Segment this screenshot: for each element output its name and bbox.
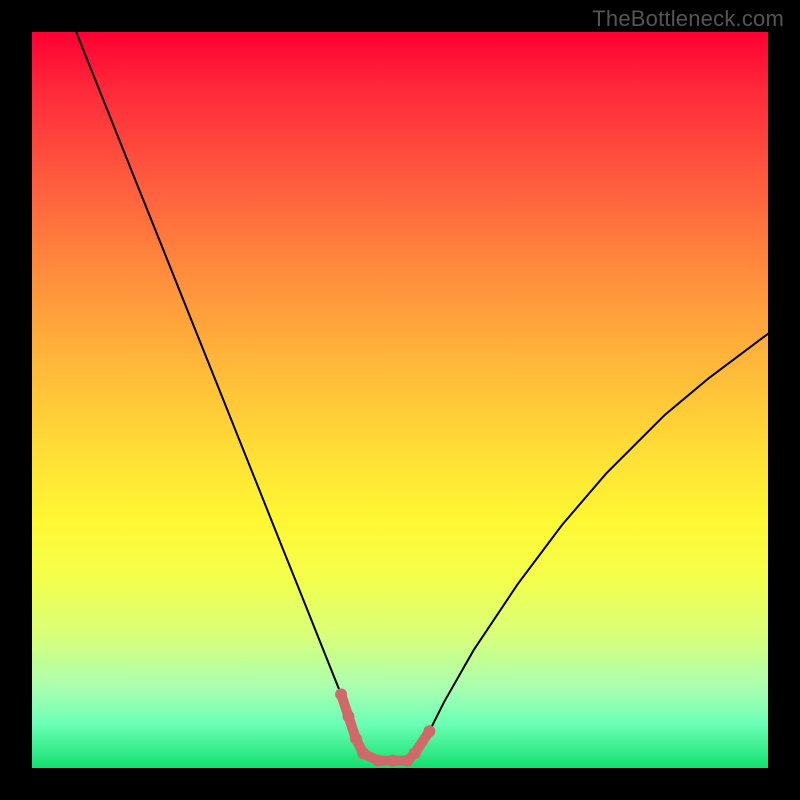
highlight-dot: [350, 733, 362, 745]
watermark-text: TheBottleneck.com: [592, 6, 784, 32]
plot-area: [32, 32, 768, 768]
highlight-dot: [372, 755, 384, 767]
curve-main: [76, 32, 768, 761]
chart-frame: TheBottleneck.com: [0, 0, 800, 800]
highlight-dot: [387, 755, 399, 767]
highlight-dot: [423, 725, 435, 737]
highlight-dot: [357, 747, 369, 759]
highlight-dot: [343, 711, 355, 723]
highlight-dot: [409, 747, 421, 759]
highlight-dot: [335, 688, 347, 700]
curve-svg: [32, 32, 768, 768]
